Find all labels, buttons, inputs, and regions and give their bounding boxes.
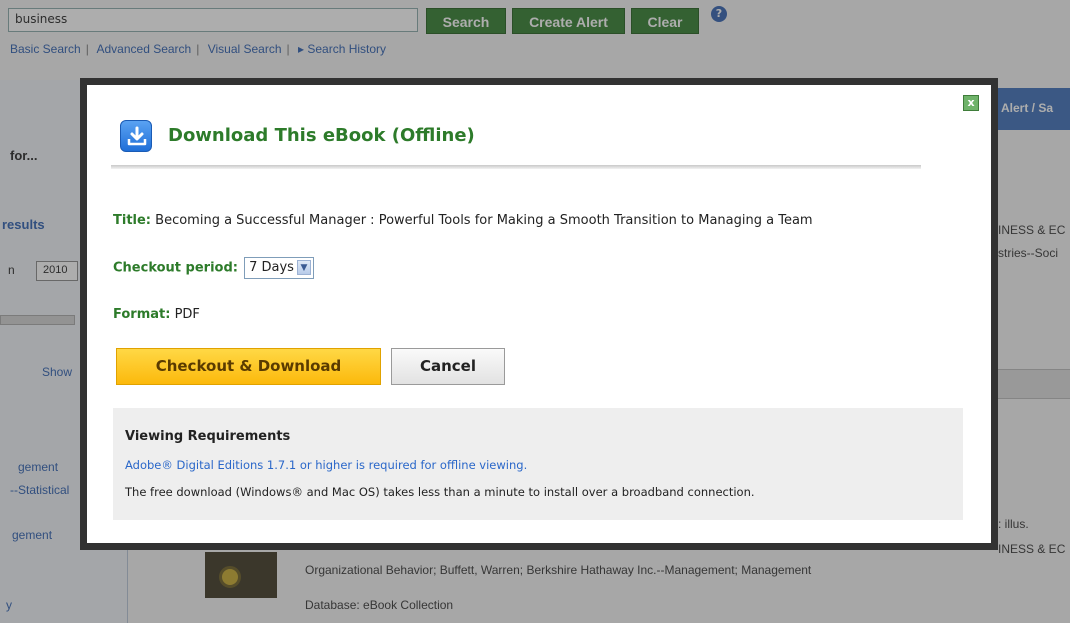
requirements-note: The free download (Windows® and Mac OS) … (125, 485, 755, 499)
chevron-down-icon[interactable]: ▼ (296, 260, 311, 275)
close-icon[interactable]: x (963, 95, 979, 111)
title-divider (111, 165, 921, 169)
ebook-title-row: Title: Becoming a Successful Manager : P… (113, 213, 813, 228)
format-row: Format: PDF (113, 307, 200, 322)
viewing-requirements-box: Viewing Requirements Adobe® Digital Edit… (113, 408, 963, 520)
checkout-period-value: 7 Days (249, 260, 294, 275)
adobe-digital-editions-link[interactable]: Adobe® Digital Editions 1.7.1 or higher … (125, 458, 527, 472)
checkout-period-select[interactable]: 7 Days ▼ (244, 257, 314, 279)
format-value: PDF (174, 307, 200, 322)
download-ebook-dialog: x Download This eBook (Offline) Title: B… (80, 78, 998, 550)
cancel-button[interactable]: Cancel (391, 348, 505, 385)
title-label: Title: (113, 213, 152, 228)
requirements-heading: Viewing Requirements (125, 429, 291, 444)
checkout-download-button[interactable]: Checkout & Download (116, 348, 381, 385)
download-icon (120, 120, 152, 152)
ebook-title: Becoming a Successful Manager : Powerful… (155, 213, 813, 228)
checkout-period-label: Checkout period: (113, 260, 238, 276)
dialog-title: Download This eBook (Offline) (168, 125, 475, 146)
checkout-period-row: Checkout period: 7 Days ▼ (113, 257, 314, 279)
format-label: Format: (113, 307, 171, 322)
